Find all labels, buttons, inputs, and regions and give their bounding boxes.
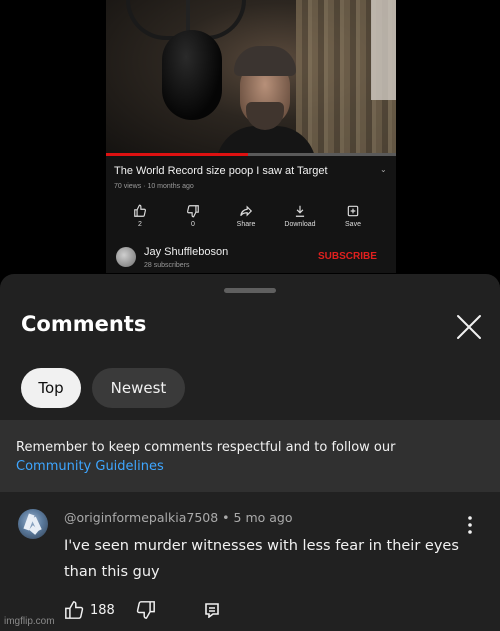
comment-like-count: 188 (90, 603, 115, 618)
video-dislike-button[interactable]: 0 (173, 203, 213, 228)
filter-chip-top[interactable]: Top (21, 368, 81, 408)
community-guidelines-link[interactable]: Community Guidelines (16, 457, 164, 476)
thumbs-down-icon (173, 203, 213, 218)
video-like-count: 2 (138, 221, 142, 228)
imgflip-watermark: imgflip.com (4, 616, 55, 627)
close-button[interactable] (454, 312, 484, 342)
comment-author-handle[interactable]: @originformepalkia7508 (64, 510, 218, 525)
comment-author-avatar[interactable] (18, 509, 48, 539)
video-like-button[interactable]: 2 (120, 203, 160, 228)
subscribe-button[interactable]: SUBSCRIBE (318, 251, 377, 262)
video-screenshot: The World Record size poop I saw at Targ… (106, 0, 396, 273)
comment-text: I've seen murder witnesses with less fea… (64, 538, 459, 580)
notice-text: Remember to keep comments respectful and… (16, 440, 396, 455)
video-share-button[interactable]: Share (226, 203, 266, 228)
comment-more-button[interactable] (462, 514, 478, 536)
comment-like-button[interactable] (64, 601, 84, 619)
video-person (216, 40, 316, 155)
thumbs-down-icon (136, 601, 155, 619)
video-save-label: Save (345, 221, 361, 228)
comment-header: @originformepalkia7508 • 5 mo ago (64, 510, 293, 525)
comments-title: Comments (21, 312, 147, 336)
share-icon (226, 203, 266, 217)
close-icon (457, 315, 481, 339)
save-icon (333, 203, 373, 217)
channel-name[interactable]: Jay Shuffleboson (144, 246, 228, 258)
video-title[interactable]: The World Record size poop I saw at Targ… (114, 165, 328, 177)
background-window-light (371, 0, 396, 100)
video-player[interactable] (106, 0, 396, 155)
video-dislike-count: 0 (191, 221, 195, 228)
comment-dislike-button[interactable] (136, 601, 156, 619)
video-download-button[interactable]: Download (280, 203, 320, 228)
download-icon (280, 203, 320, 217)
reply-icon (205, 603, 219, 619)
video-save-button[interactable]: Save (333, 203, 373, 228)
video-progress-fill (106, 153, 249, 156)
sheet-drag-handle[interactable] (224, 288, 276, 293)
comment-age: 5 mo ago (233, 510, 293, 525)
video-meta: 70 views · 10 months ago (114, 183, 194, 190)
comments-sheet: Comments Top Newest Remember to keep com… (0, 274, 500, 631)
video-download-label: Download (284, 221, 316, 228)
filter-chip-newest[interactable]: Newest (92, 368, 185, 408)
more-vertical-icon (468, 516, 472, 534)
chevron-down-icon[interactable]: ⌄ (380, 165, 387, 174)
comment-reply-button[interactable] (204, 602, 220, 619)
video-share-label: Share (236, 221, 256, 228)
microphone (162, 30, 222, 120)
community-notice: Remember to keep comments respectful and… (0, 420, 500, 492)
channel-avatar[interactable] (116, 247, 136, 267)
thumbs-up-icon (65, 601, 84, 619)
thumbs-up-icon (120, 203, 160, 217)
channel-subscriber-count: 28 subscribers (144, 262, 190, 269)
